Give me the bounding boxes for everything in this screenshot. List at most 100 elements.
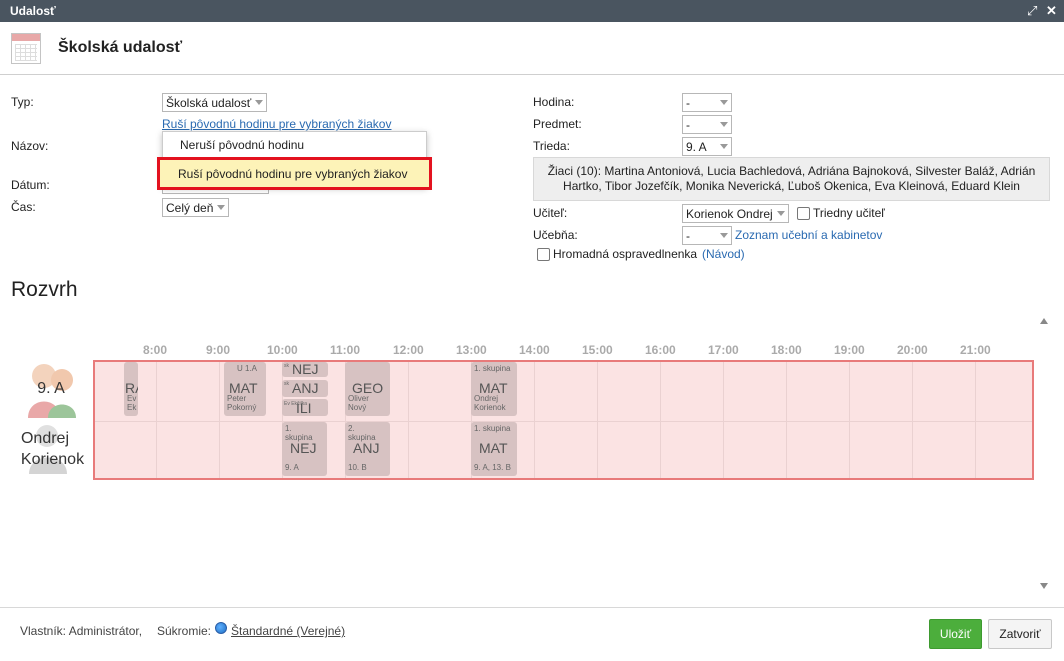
scroll-up-arrow[interactable] xyxy=(1040,318,1048,324)
chevron-down-icon xyxy=(720,122,728,127)
page-title: Školská udalosť xyxy=(58,39,183,56)
lesson-card[interactable]: 1. skupina MAT 9. A, 13. B xyxy=(471,422,517,476)
cas-select-value: Celý deň xyxy=(166,201,214,215)
window-title: Udalosť xyxy=(10,4,56,18)
hodina-label: Hodina: xyxy=(533,95,575,109)
triedny-ucitel-label: Triedny učiteľ xyxy=(813,206,885,220)
trieda-select-value: 9. A xyxy=(686,140,707,154)
maximize-icon[interactable]: ⤢ xyxy=(1027,3,1037,19)
lesson-card[interactable]: U 1.A MAT Peter Pokorný xyxy=(224,362,266,416)
grid-line xyxy=(534,362,535,478)
chevron-down-icon xyxy=(720,100,728,105)
row-label-class: 9. A xyxy=(37,380,65,397)
cas-select[interactable]: Celý deň xyxy=(162,198,229,217)
owner-text: Vlastník: Administrátor, xyxy=(20,624,143,638)
nazov-label: Názov: xyxy=(11,139,49,153)
lesson-detail: Peter xyxy=(227,394,247,403)
ucebne-link[interactable]: Zoznam učební a kabinetov xyxy=(735,228,882,242)
globe-icon xyxy=(215,622,227,634)
lesson-subject: NEJ xyxy=(292,362,319,377)
ucitel-select-value: Korienok Ondrej xyxy=(686,207,773,221)
hromadna-checkbox[interactable] xyxy=(537,248,550,261)
typ-select-value: Školská udalosť xyxy=(166,96,252,110)
cas-label: Čas: xyxy=(11,200,36,214)
privacy-label: Súkromie: xyxy=(157,624,212,638)
dropdown-option[interactable]: Neruší pôvodnú hodinu xyxy=(180,138,304,152)
window-titlebar: Udalosť ⤢ ✕ xyxy=(0,0,1064,22)
hodina-select[interactable]: - xyxy=(682,93,732,112)
hodina-select-value: - xyxy=(686,96,690,110)
chevron-down-icon xyxy=(720,233,728,238)
lesson-card[interactable]: 2. skupina ANJ 10. B xyxy=(345,422,390,476)
lesson-detail: Ondrej xyxy=(474,394,499,403)
grid-line xyxy=(95,421,1032,422)
lesson-subject: MAT xyxy=(229,380,258,396)
trieda-label: Trieda: xyxy=(533,139,570,153)
grid-line xyxy=(597,362,598,478)
close-icon[interactable]: ✕ xyxy=(1046,3,1057,19)
predmet-select[interactable]: - xyxy=(682,115,732,134)
ucebna-select-value: - xyxy=(686,229,690,243)
lesson-card[interactable]: 1. skupina MAT Ondrej Korienok xyxy=(471,362,517,416)
hour-label: 10:00 xyxy=(267,343,298,357)
students-line: Hartko, Tibor Jozefčík, Monika Neverická… xyxy=(563,179,1020,193)
hour-label: 12:00 xyxy=(393,343,424,357)
schedule-grid[interactable]: RA Ev Ek U 1.A MAT Peter Pokorný sk NEJ … xyxy=(93,360,1034,480)
dropdown-option-selected[interactable]: Ruší pôvodnú hodinu pre vybraných žiakov xyxy=(157,157,432,190)
grid-line xyxy=(219,362,220,478)
ucitel-select[interactable]: Korienok Ondrej xyxy=(682,204,789,223)
save-button[interactable]: Uložiť xyxy=(929,619,982,649)
lesson-subject: ANJ xyxy=(292,380,319,396)
hour-label: 16:00 xyxy=(645,343,676,357)
lesson-detail: sk xyxy=(284,381,289,387)
lesson-subject: ILI xyxy=(296,400,312,416)
lesson-card[interactable]: Ev Ekčilka ILI xyxy=(282,399,328,416)
lesson-detail: Nový xyxy=(348,403,367,412)
lesson-card[interactable]: sk ANJ xyxy=(282,380,328,397)
dialog-header: Školská udalosť xyxy=(0,22,1064,75)
chevron-down-icon xyxy=(720,144,728,149)
lesson-subject: ANJ xyxy=(353,440,380,456)
grid-line xyxy=(849,362,850,478)
lesson-subject: NEJ xyxy=(290,440,317,456)
scroll-down-arrow[interactable] xyxy=(1040,583,1048,589)
hour-label: 20:00 xyxy=(897,343,928,357)
datum-label: Dátum: xyxy=(11,178,50,192)
lesson-detail: U 1.A xyxy=(237,364,258,373)
lesson-subject: GEO xyxy=(352,380,384,396)
lesson-detail: Ek xyxy=(127,403,137,412)
typ-mode-link[interactable]: Ruší pôvodnú hodinu pre vybraných žiakov xyxy=(162,117,391,131)
hour-label: 11:00 xyxy=(330,343,361,357)
lesson-card[interactable]: 1. skupina NEJ 9. A xyxy=(282,422,327,476)
calendar-icon xyxy=(11,33,41,64)
close-button[interactable]: Zatvoriť xyxy=(988,619,1052,649)
hour-label: 17:00 xyxy=(708,343,739,357)
typ-select[interactable]: Školská udalosť xyxy=(162,93,267,112)
schedule-title: Rozvrh xyxy=(11,278,78,301)
ucebna-label: Učebňa: xyxy=(533,228,578,242)
hour-label: 8:00 xyxy=(143,343,168,357)
lesson-card[interactable]: GEO Oliver Nový xyxy=(345,362,390,416)
row-label-teacher: Korienok xyxy=(20,451,85,468)
lesson-detail: Ev xyxy=(127,394,137,403)
grid-line xyxy=(786,362,787,478)
trieda-select[interactable]: 9. A xyxy=(682,137,732,156)
ucebna-select[interactable]: - xyxy=(682,226,732,245)
navod-link[interactable]: (Návod) xyxy=(702,247,745,261)
lesson-detail: sk xyxy=(284,363,289,369)
chevron-down-icon xyxy=(217,205,225,210)
triedny-ucitel-checkbox[interactable] xyxy=(797,207,810,220)
hour-label: 15:00 xyxy=(582,343,613,357)
grid-line xyxy=(660,362,661,478)
hour-label: 19:00 xyxy=(834,343,865,357)
privacy-link[interactable]: Štandardné (Verejné) xyxy=(231,624,345,638)
lesson-card[interactable]: sk NEJ xyxy=(282,362,328,377)
grid-line xyxy=(408,362,409,478)
lesson-detail: 10. B xyxy=(348,463,367,472)
row-label-teacher: Ondrej xyxy=(20,430,70,447)
dropdown-option-label: Ruší pôvodnú hodinu pre vybraných žiakov xyxy=(178,167,408,181)
lesson-detail: 1. skupina xyxy=(474,364,511,373)
lesson-card[interactable]: RA Ev Ek xyxy=(124,362,138,416)
ucitel-label: Učiteľ: xyxy=(533,206,568,220)
lesson-detail: Oliver xyxy=(348,394,369,403)
